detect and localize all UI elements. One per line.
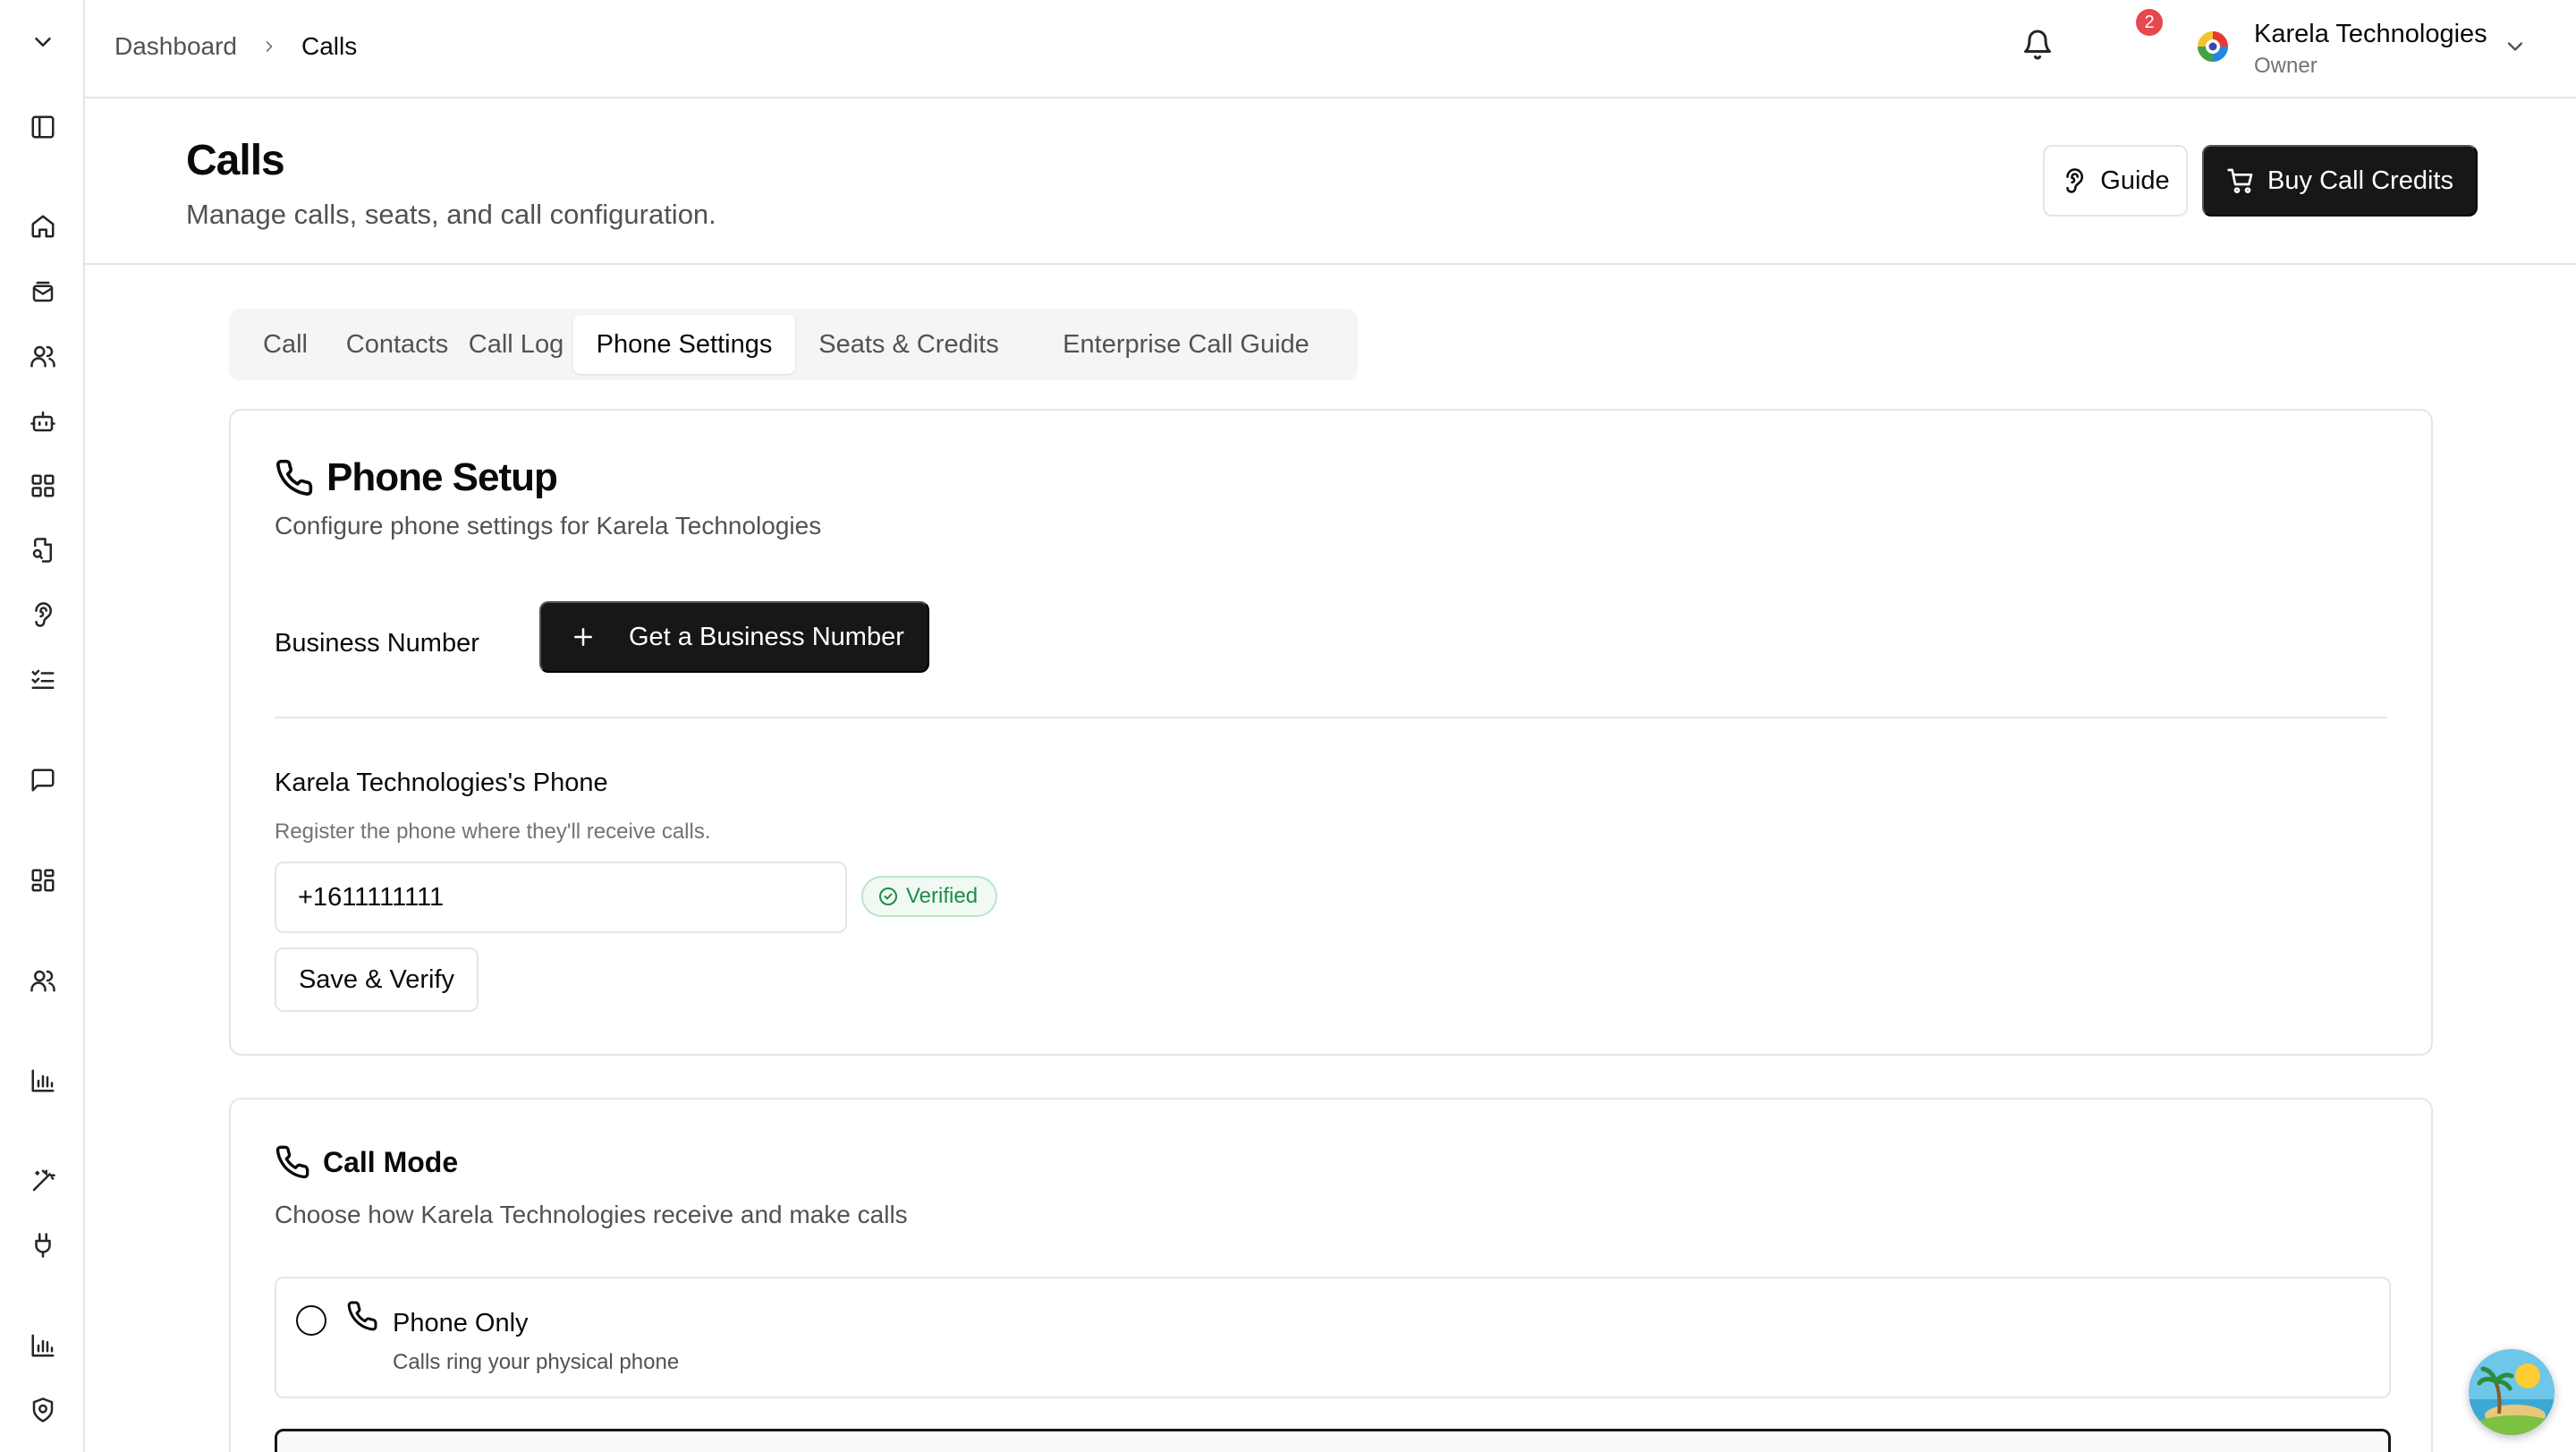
chevron-right-icon (266, 41, 273, 52)
tab-call[interactable]: Call (235, 315, 335, 374)
org-name[interactable]: Karela Technologies (2254, 20, 2487, 49)
sidebar (0, 0, 85, 1452)
save-verify-button[interactable]: Save & Verify (275, 947, 479, 1012)
tab-contacts[interactable]: Contacts (335, 315, 459, 374)
apps-grid-icon[interactable] (22, 465, 64, 506)
bot-icon[interactable] (22, 401, 64, 442)
tab-bar: Call Contacts Call Log Phone Settings Se… (229, 309, 1358, 380)
call-mode-option-selected[interactable] (275, 1429, 2391, 1452)
magic-wand-icon[interactable] (22, 1160, 64, 1202)
phone-icon (276, 459, 313, 496)
ear-icon[interactable] (22, 594, 64, 635)
org-role: Owner (2254, 54, 2318, 78)
sidebar-toggle-icon[interactable] (22, 106, 64, 148)
call-mode-description: Choose how Karela Technologies receive a… (275, 1201, 908, 1228)
tab-call-log[interactable]: Call Log (459, 315, 573, 374)
call-mode-option-phone-only[interactable]: Phone Only Calls ring your physical phon… (275, 1277, 2391, 1398)
checklist-icon[interactable] (22, 659, 64, 701)
guide-button[interactable]: Guide (2043, 145, 2188, 217)
phone-only-title: Phone Only (393, 1309, 529, 1337)
ear-icon (2066, 168, 2084, 193)
call-mode-title: Call Mode (323, 1145, 459, 1178)
breadcrumb-dashboard-link[interactable]: Dashboard (114, 32, 237, 61)
tab-phone-settings[interactable]: Phone Settings (573, 315, 795, 374)
dashboard-layout-icon[interactable] (22, 860, 64, 901)
bell-icon[interactable] (2021, 29, 2057, 64)
notification-badge: 2 (2136, 9, 2163, 36)
plus-icon (574, 628, 592, 646)
buy-call-credits-button[interactable]: Buy Call Credits (2202, 145, 2478, 217)
cart-icon (2227, 168, 2253, 193)
breadcrumb: Dashboard Calls (114, 32, 357, 61)
page-header: Calls Manage calls, seats, and call conf… (85, 98, 2576, 265)
tab-enterprise-call-guide[interactable]: Enterprise Call Guide (1022, 315, 1350, 374)
get-business-number-button[interactable]: Get a Business Number (539, 601, 929, 673)
analytics-icon[interactable] (22, 1325, 64, 1366)
verified-label: Verified (906, 884, 979, 908)
plug-icon[interactable] (22, 1225, 64, 1266)
tab-seats-credits[interactable]: Seats & Credits (795, 315, 1022, 374)
page-title: Calls (186, 137, 285, 184)
phone-setup-description: Configure phone settings for Karela Tech… (275, 512, 822, 539)
phone-only-radio[interactable] (296, 1305, 326, 1336)
phone-setup-header: Phone Setup (275, 455, 558, 500)
users-icon[interactable] (22, 335, 64, 377)
buy-call-credits-label: Buy Call Credits (2267, 166, 2453, 195)
beach-icon (2469, 1349, 2555, 1435)
divider (275, 717, 2387, 718)
phone-section-hint: Register the phone where they'll receive… (275, 819, 711, 844)
shield-icon[interactable] (22, 1389, 64, 1431)
phone-section-title: Karela Technologies's Phone (275, 768, 608, 797)
message-square-icon[interactable] (22, 760, 64, 801)
breadcrumb-current: Calls (301, 32, 358, 60)
org-logo[interactable] (2193, 27, 2233, 66)
verified-badge: Verified (861, 876, 998, 917)
page-subtitle: Manage calls, seats, and call configurat… (186, 199, 716, 230)
file-search-icon[interactable] (22, 530, 64, 571)
guide-label: Guide (2100, 166, 2170, 195)
assistant-avatar-button[interactable] (2469, 1349, 2555, 1435)
phone-icon (275, 1145, 309, 1179)
call-mode-header: Call Mode (275, 1144, 458, 1180)
org-switcher-chevron-icon[interactable] (2503, 34, 2528, 59)
phone-setup-card: Phone Setup Configure phone settings for… (229, 409, 2433, 1056)
home-icon[interactable] (22, 206, 64, 247)
bar-chart-icon[interactable] (22, 1060, 64, 1101)
phone-number-input[interactable] (275, 862, 847, 933)
business-number-label: Business Number (275, 629, 479, 658)
phone-icon (347, 1301, 377, 1331)
get-business-number-label: Get a Business Number (629, 622, 904, 651)
team-icon[interactable] (22, 960, 64, 1001)
phone-only-description: Calls ring your physical phone (393, 1350, 680, 1374)
check-circle-icon (879, 887, 897, 905)
chevron-down-icon[interactable] (22, 21, 64, 63)
phone-setup-title: Phone Setup (326, 455, 558, 499)
mail-stack-icon[interactable] (22, 271, 64, 312)
call-mode-card: Call Mode Choose how Karela Technologies… (229, 1098, 2433, 1452)
